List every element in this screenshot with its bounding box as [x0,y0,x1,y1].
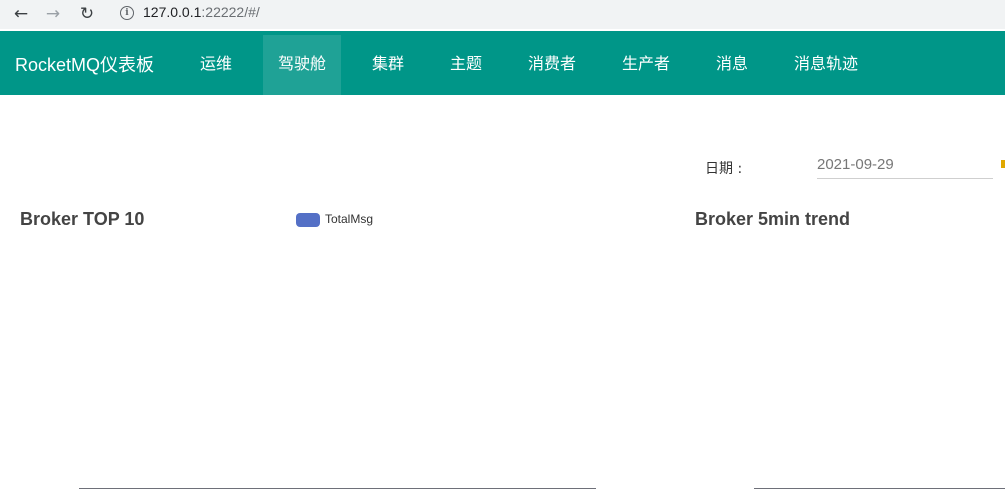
menu-item-ops[interactable]: 运维 [200,35,232,95]
date-picker-input[interactable] [817,150,993,179]
back-arrow-icon[interactable]: ← [10,3,32,25]
menu-item-consumer[interactable]: 消费者 [528,35,576,95]
top10-x-axis [79,488,596,489]
menu-item-producer[interactable]: 生产者 [622,35,670,95]
broker-top10-title: Broker TOP 10 [20,209,145,229]
broker-trend-title: Broker 5min trend [695,209,851,229]
menu-item-message-trace[interactable]: 消息轨迹 [794,35,858,95]
menu-item-dashboard[interactable]: 驾驶舱 [263,35,341,95]
url-host: 127.0.0.1 [143,4,202,20]
menu-item-cluster[interactable]: 集群 [372,35,404,95]
forward-arrow-icon[interactable]: → [42,3,64,25]
legend-swatch-totalmsg[interactable] [296,213,320,227]
url-path: :22222/#/ [201,4,260,20]
brand-title[interactable]: RocketMQ仪表板 [15,51,154,77]
app-header: RocketMQ仪表板 运维 驾驶舱 集群 主题 消费者 生产者 消息 消息轨迹 [0,31,1005,95]
trend-x-axis [754,488,1005,489]
info-icon[interactable]: i [120,6,134,20]
browser-toolbar: ← → ↻ i 127.0.0.1:22222/#/ [0,0,1005,29]
url-text[interactable]: 127.0.0.1:22222/#/ [143,4,260,20]
menu-item-topic[interactable]: 主题 [450,35,482,95]
address-bar[interactable]: i 127.0.0.1:22222/#/ [108,0,1005,27]
menu-item-message[interactable]: 消息 [716,35,748,95]
date-picker-edge [1001,160,1005,168]
reload-icon[interactable]: ↻ [76,3,98,25]
date-label: 日期 : [705,161,743,177]
legend-label-totalmsg[interactable]: TotalMsg [325,212,373,226]
